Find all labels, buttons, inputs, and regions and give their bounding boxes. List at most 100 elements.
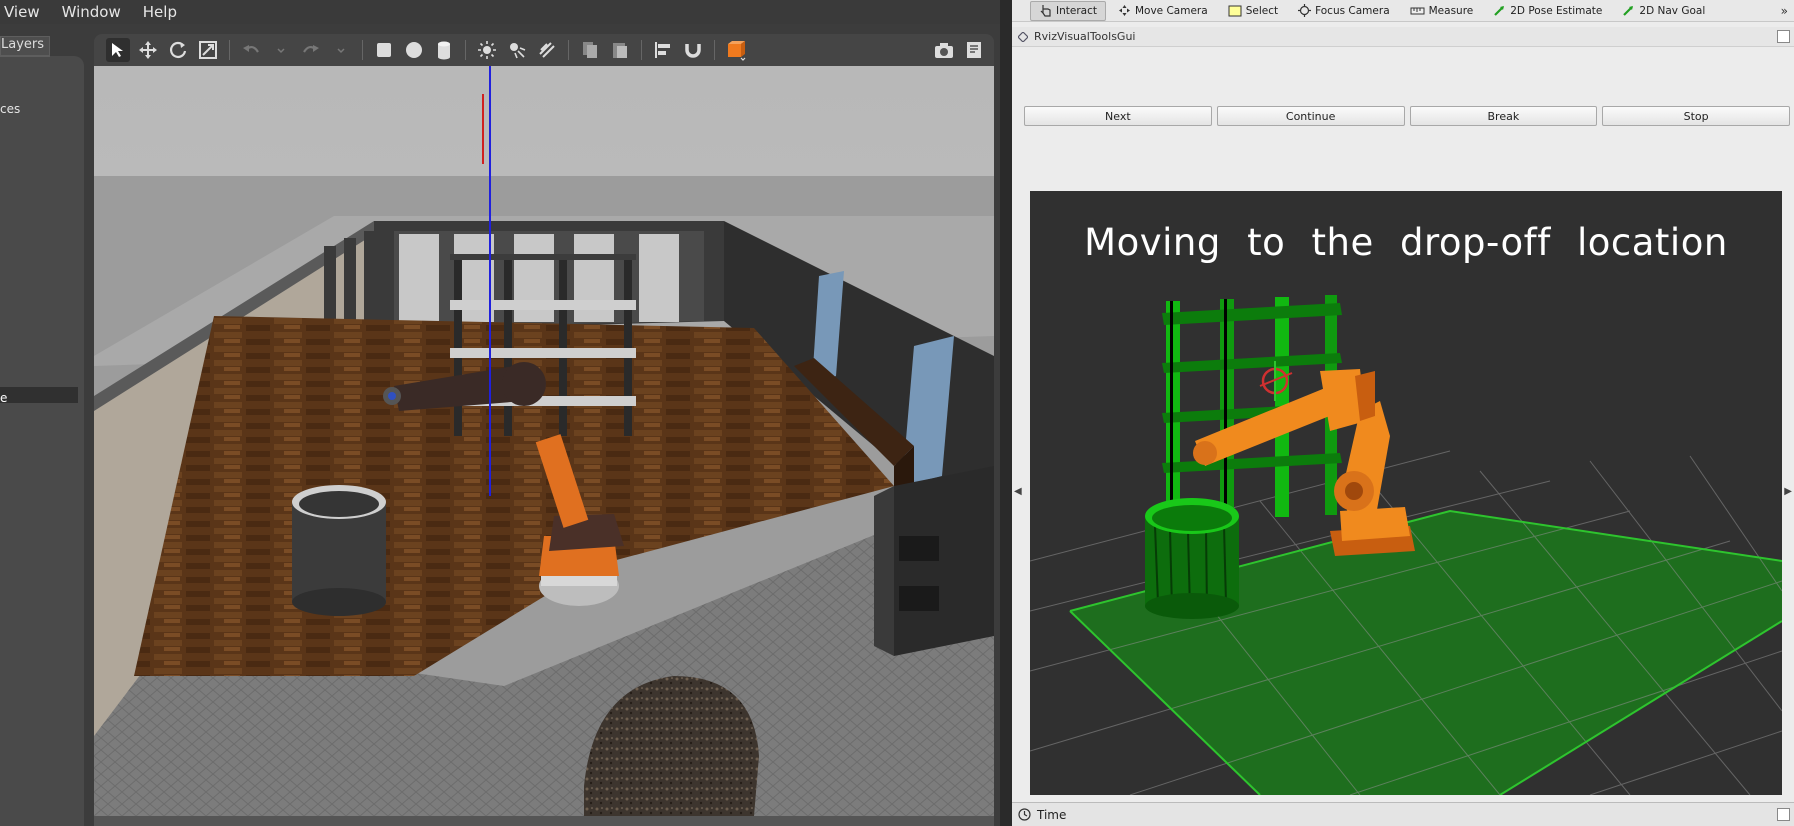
left-list-item[interactable]: ces (0, 102, 20, 116)
nav-goal-icon (1623, 6, 1634, 16)
panel-title: RvizVisualToolsGui (1034, 30, 1136, 43)
break-button[interactable]: Break (1409, 106, 1598, 126)
tool-2d-nav-goal[interactable]: 2D Nav Goal (1614, 1, 1713, 21)
tool-measure-label: Measure (1428, 4, 1474, 17)
directional-light-icon (539, 42, 555, 58)
tool-select[interactable]: Select (1220, 1, 1286, 21)
gazebo-left-panel: Layers ces e (0, 56, 84, 826)
rviz-toolbar: Interact Move Camera Select Focus Camera… (1012, 0, 1794, 22)
arrow-cursor-icon (112, 43, 123, 57)
clock-icon (1018, 808, 1031, 821)
focus-camera-icon (1298, 4, 1312, 17)
right-collapse-arrow[interactable]: ▶ (1784, 486, 1792, 497)
tool-focus-camera-label: Focus Camera (1315, 4, 1390, 17)
rotate-icon (170, 41, 187, 58)
continue-button[interactable]: Continue (1216, 106, 1405, 126)
next-button[interactable]: Next (1024, 106, 1212, 126)
gazebo-toolbar (94, 34, 994, 66)
time-panel-title: Time (1037, 807, 1067, 822)
scale-mode-button[interactable] (196, 38, 220, 62)
toolbar-separator (465, 40, 466, 60)
toolbar-overflow-icon[interactable]: » (1781, 4, 1788, 18)
rviz-visual-tools-buttons: Next Continue Break Stop (1024, 106, 1790, 126)
directional-light-button[interactable] (535, 38, 559, 62)
sphere-shape-icon (406, 42, 422, 58)
overlay-status-message: Moving to the drop-off location (1084, 221, 1728, 264)
left-list-selected-label: e (0, 391, 8, 405)
redo-history-button[interactable] (329, 38, 353, 62)
tool-move-camera-label: Move Camera (1134, 4, 1208, 17)
left-list-selected-item[interactable]: e (0, 387, 78, 405)
time-panel-close-button[interactable] (1777, 808, 1790, 821)
cylinder-shape-icon (438, 41, 450, 60)
point-light-button[interactable] (475, 38, 499, 62)
gazebo-3d-viewport[interactable] (94, 66, 994, 816)
tool-interact[interactable]: Interact (1030, 0, 1106, 21)
gazebo-window: View Window Help Layers ces e Layers (0, 0, 1012, 826)
rotate-mode-button[interactable] (166, 38, 190, 62)
tab-layers[interactable]: Layers (0, 56, 50, 57)
tool-interact-label: Interact (1056, 4, 1097, 17)
toolbar-separator (568, 40, 569, 60)
paste-icon (613, 43, 627, 58)
rviz-3d-viewport[interactable]: Moving to the drop-off location (1030, 191, 1782, 795)
undo-icon (243, 45, 259, 53)
snap-button[interactable] (681, 38, 705, 62)
menu-window[interactable]: Window (62, 3, 121, 21)
log-button[interactable] (962, 38, 986, 62)
align-button[interactable] (651, 38, 675, 62)
tool-2d-pose-estimate[interactable]: 2D Pose Estimate (1485, 1, 1610, 21)
box-shape-icon (377, 43, 391, 57)
stop-button[interactable]: Stop (1602, 106, 1790, 126)
copy-button[interactable] (578, 38, 602, 62)
move-camera-icon (1118, 5, 1130, 16)
insert-cylinder-button[interactable] (432, 38, 456, 62)
redo-button[interactable] (299, 38, 323, 62)
scale-icon (199, 41, 217, 59)
splitter-handle[interactable] (1000, 0, 1012, 826)
panel-titlebar: RvizVisualToolsGui (1012, 27, 1794, 47)
tool-measure[interactable]: Measure (1402, 1, 1482, 21)
translate-mode-button[interactable] (136, 38, 160, 62)
rviz-scene (1030, 295, 1782, 795)
tool-2d-pose-estimate-label: 2D Pose Estimate (1510, 4, 1603, 17)
screenshot-button[interactable] (932, 38, 956, 62)
toolbar-separator (229, 40, 230, 60)
time-panel: Time (1012, 802, 1794, 826)
select-icon (1228, 5, 1242, 16)
select-mode-button[interactable] (106, 38, 130, 62)
toolbar-separator (362, 40, 363, 60)
spot-light-button[interactable] (505, 38, 529, 62)
interact-icon (1040, 5, 1051, 17)
insert-box-button[interactable] (372, 38, 396, 62)
undo-button[interactable] (239, 38, 263, 62)
chevron-down-icon (277, 48, 285, 54)
menu-help[interactable]: Help (143, 3, 177, 21)
gazebo-menubar: View Window Help (0, 0, 1012, 24)
gazebo-bottom-bar (94, 816, 994, 826)
camera-icon (935, 43, 953, 58)
panel-close-button[interactable] (1777, 30, 1790, 43)
insert-sphere-button[interactable] (402, 38, 426, 62)
menu-view[interactable]: View (4, 3, 40, 21)
chevron-down-icon (337, 48, 345, 54)
change-view-button[interactable] (724, 38, 748, 62)
pose-estimate-icon (1494, 6, 1505, 16)
toolbar-separator (714, 40, 715, 60)
panel-diamond-icon (1018, 31, 1028, 42)
measure-icon (1410, 7, 1425, 14)
tool-2d-nav-goal-label: 2D Nav Goal (1639, 4, 1706, 17)
gazebo-bin (292, 485, 386, 616)
tool-focus-camera[interactable]: Focus Camera (1290, 1, 1398, 21)
orange-cube-view-icon (728, 41, 746, 61)
toolbar-separator (641, 40, 642, 60)
left-collapse-arrow[interactable]: ◀ (1014, 486, 1022, 497)
gazebo-scene (94, 66, 994, 816)
tab-layers-label[interactable]: Layers (1, 37, 44, 52)
paste-button[interactable] (608, 38, 632, 62)
rviz-window: Interact Move Camera Select Focus Camera… (1012, 0, 1794, 826)
undo-history-button[interactable] (269, 38, 293, 62)
magnet-icon (685, 44, 701, 58)
tool-select-label: Select (1245, 4, 1279, 17)
tool-move-camera[interactable]: Move Camera (1110, 1, 1216, 21)
